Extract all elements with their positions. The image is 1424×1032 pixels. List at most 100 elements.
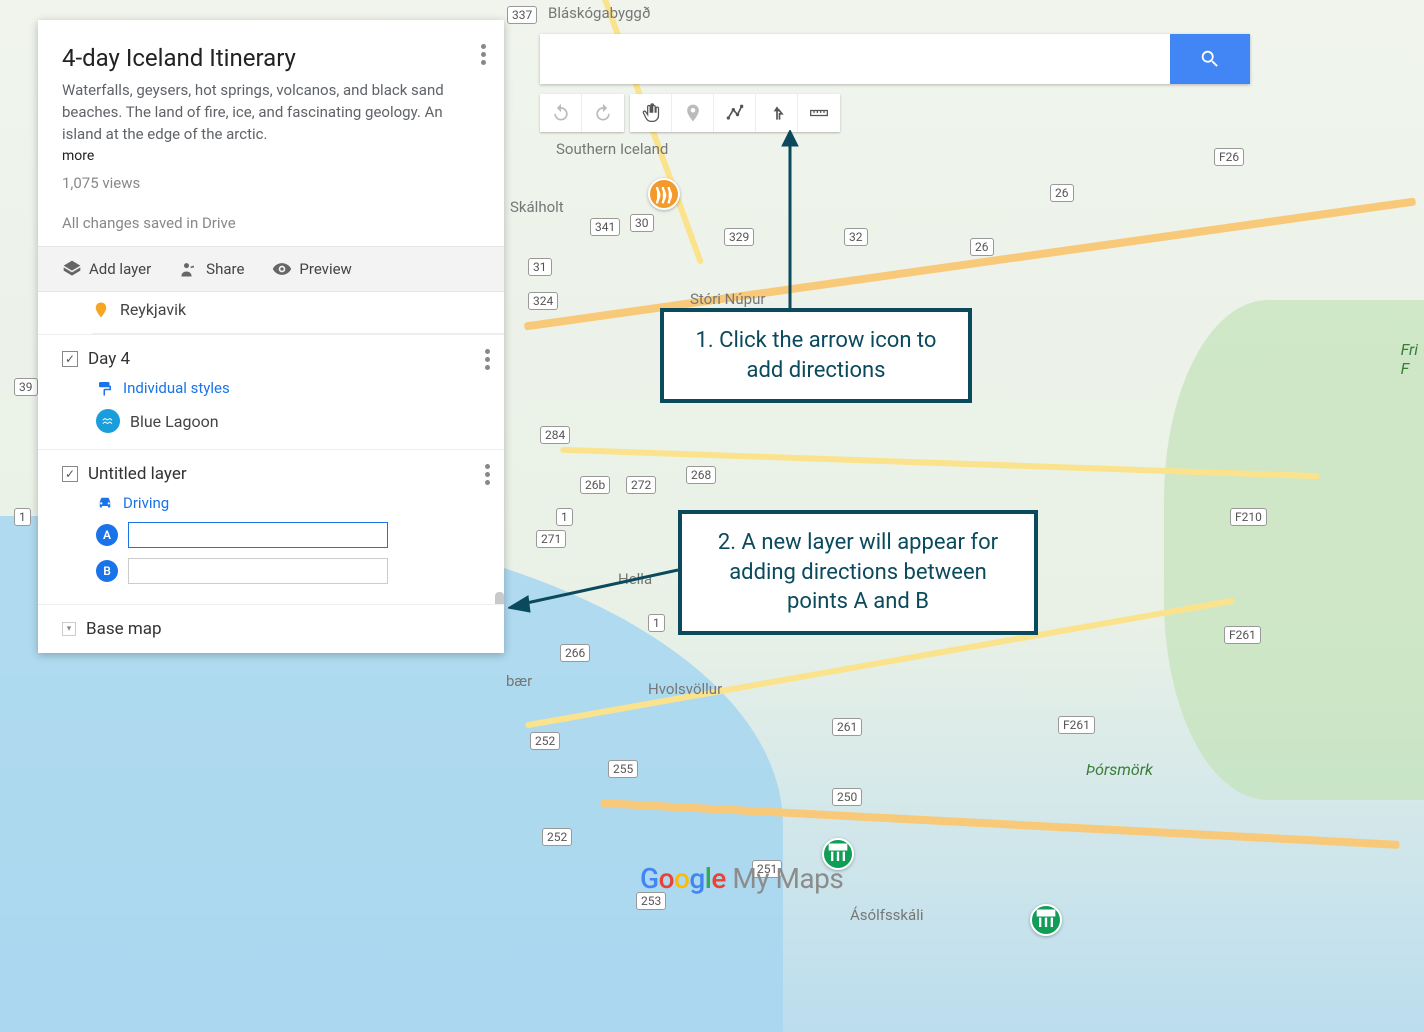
route-badge: 261 (832, 718, 862, 736)
route-badge: 26b (580, 476, 610, 494)
redo-button[interactable] (582, 94, 624, 132)
route-badge: 266 (560, 644, 590, 662)
route-badge: F210 (1230, 508, 1267, 526)
add-layer-button[interactable]: Add layer (62, 259, 151, 279)
panel-menu-button[interactable] (481, 44, 486, 65)
map-toolbar (540, 94, 840, 132)
town-label: Southern Iceland (556, 140, 668, 158)
redo-icon (593, 103, 613, 123)
annotation-arrow (770, 130, 810, 310)
town-label: bær (506, 672, 532, 690)
basemap-toggle[interactable]: ▾ Base map (38, 604, 504, 653)
undo-button[interactable] (540, 94, 582, 132)
undo-icon (551, 103, 571, 123)
scrollbar-thumb[interactable] (495, 592, 504, 604)
route-badge: F26 (1214, 148, 1244, 166)
annotation-step1: 1. Click the arrow icon to add direction… (660, 308, 972, 403)
town-label: Bláskógabyggð (548, 4, 651, 22)
search-icon (1199, 48, 1221, 70)
layer-list[interactable]: Reykjavik Day 4 Individual styles Blue L… (38, 292, 504, 604)
layer-menu-button[interactable] (485, 464, 490, 485)
search-bar (540, 34, 1250, 84)
route-badge: 272 (626, 476, 656, 494)
car-icon (96, 494, 114, 512)
route-badge: 1 (14, 508, 31, 526)
annotation-arrow (508, 560, 680, 620)
route-badge: 271 (536, 530, 566, 548)
poi-marker-hotspring[interactable] (648, 178, 680, 210)
direction-point-b: B (96, 558, 480, 584)
direction-point-a: A (96, 522, 480, 548)
layer-title[interactable]: Untitled layer (88, 464, 187, 484)
save-status: All changes saved in Drive (62, 214, 480, 232)
annotation-step2: 2. A new layer will appear for adding di… (678, 510, 1038, 635)
side-panel: 4-day Iceland Itinerary Waterfalls, geys… (38, 20, 504, 653)
park-region (1164, 300, 1424, 800)
route-badge: 1 (556, 508, 573, 526)
layer-visibility-checkbox[interactable] (62, 466, 78, 482)
layer-visibility-checkbox[interactable] (62, 351, 78, 367)
map-title[interactable]: 4-day Iceland Itinerary (62, 44, 480, 72)
point-b-badge: B (96, 560, 118, 582)
route-badge: 26 (1050, 184, 1074, 202)
draw-line-button[interactable] (714, 94, 756, 132)
point-b-input[interactable] (128, 558, 388, 584)
mode-label: Driving (123, 494, 169, 512)
route-badge: 268 (686, 466, 716, 484)
ruler-icon (809, 103, 829, 123)
polyline-icon (725, 103, 745, 123)
add-directions-button[interactable] (756, 94, 798, 132)
add-marker-button[interactable] (672, 94, 714, 132)
eye-icon (272, 259, 292, 279)
town-label: Skálholt (510, 198, 564, 216)
share-label: Share (206, 260, 244, 278)
layer-menu-button[interactable] (485, 349, 490, 370)
layer-title[interactable]: Day 4 (88, 349, 130, 369)
search-button[interactable] (1170, 34, 1250, 84)
town-label: Ásólfsskáli (850, 906, 923, 924)
search-input[interactable] (540, 34, 1170, 84)
route-badge: 32 (844, 228, 868, 246)
layer-style-button[interactable]: Individual styles (96, 379, 480, 397)
kebab-icon (481, 44, 486, 65)
route-badge: F261 (1224, 626, 1261, 644)
point-a-badge: A (96, 524, 118, 546)
park-label: Þórsmörk (1086, 760, 1153, 779)
directions-mode-button[interactable]: Driving (96, 494, 480, 512)
route-badge: 337 (507, 6, 537, 24)
route-badge: 252 (542, 828, 572, 846)
paint-roller-icon (96, 379, 114, 397)
route-badge: 284 (540, 426, 570, 444)
more-link[interactable]: more (62, 148, 94, 164)
action-bar: Add layer Share Preview (38, 246, 504, 292)
route-badge: 252 (530, 732, 560, 750)
point-a-input[interactable] (128, 522, 388, 548)
pan-button[interactable] (630, 94, 672, 132)
item-label: Reykjavik (120, 300, 186, 319)
map-description: Waterfalls, geysers, hot springs, volcan… (62, 80, 480, 145)
route-badge: 329 (724, 228, 754, 246)
route-badge: 30 (630, 214, 654, 232)
route-badge: 324 (528, 292, 558, 310)
route-badge: 31 (528, 258, 552, 276)
item-label: Blue Lagoon (130, 412, 219, 431)
share-button[interactable]: Share (179, 259, 244, 279)
preview-label: Preview (299, 260, 351, 278)
preview-button[interactable]: Preview (272, 259, 351, 279)
kebab-icon (485, 464, 490, 485)
panel-header: 4-day Iceland Itinerary Waterfalls, geys… (38, 20, 504, 246)
add-layer-label: Add layer (89, 260, 151, 278)
map-viewport[interactable]: Bláskógabyggð Southern Iceland Skálholt … (0, 0, 1424, 1032)
poi-marker-waterfall[interactable] (1030, 904, 1062, 936)
hotspring-icon (650, 180, 678, 208)
lagoon-icon (96, 409, 120, 433)
measure-button[interactable] (798, 94, 840, 132)
list-item[interactable]: Reykjavik (92, 292, 504, 334)
town-label: Hvolsvöllur (648, 680, 722, 698)
route-badge: 341 (590, 218, 620, 236)
basemap-label: Base map (86, 619, 162, 639)
park-label: Fri F (1401, 340, 1418, 378)
marker-icon (92, 301, 110, 319)
kebab-icon (485, 349, 490, 370)
list-item[interactable]: Blue Lagoon (96, 409, 480, 433)
